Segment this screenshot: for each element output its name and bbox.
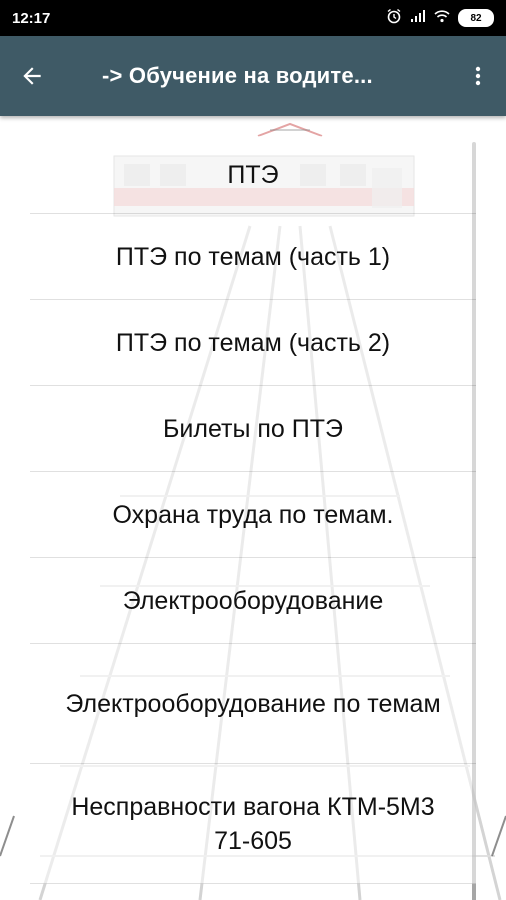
status-time: 12:17 (12, 9, 51, 27)
menu-list: ПТЭ ПТЭ по темам (часть 1) ПТЭ по темам … (30, 136, 476, 884)
wifi-icon (434, 9, 450, 27)
list-item[interactable]: Электрооборудование по темам (30, 644, 476, 764)
back-arrow-icon (23, 67, 41, 85)
list-item[interactable]: Охрана труда по темам. (30, 472, 476, 558)
list-item[interactable]: Электрооборудование (30, 558, 476, 644)
back-button[interactable] (0, 36, 64, 116)
signal-icon (410, 9, 426, 27)
list-item[interactable]: ПТЭ по темам (часть 1) (30, 214, 476, 300)
status-icons: 82 (386, 8, 494, 28)
overflow-menu-button[interactable] (450, 36, 506, 116)
alarm-icon (386, 8, 402, 28)
list-item[interactable]: ПТЭ по темам (часть 2) (30, 300, 476, 386)
page-title: -> Обучение на водите... (102, 63, 373, 88)
status-bar: 12:17 82 (0, 0, 506, 36)
app-bar: -> Обучение на водите... (0, 36, 506, 116)
more-vert-icon (475, 66, 481, 86)
battery-icon: 82 (458, 9, 494, 27)
list-item[interactable]: Несправности вагона КТМ-5М3 71-605 (30, 764, 476, 884)
list-item[interactable]: ПТЭ (30, 136, 476, 214)
list-item[interactable]: Билеты по ПТЭ (30, 386, 476, 472)
content-area: ПТЭ ПТЭ по темам (часть 1) ПТЭ по темам … (0, 116, 506, 900)
